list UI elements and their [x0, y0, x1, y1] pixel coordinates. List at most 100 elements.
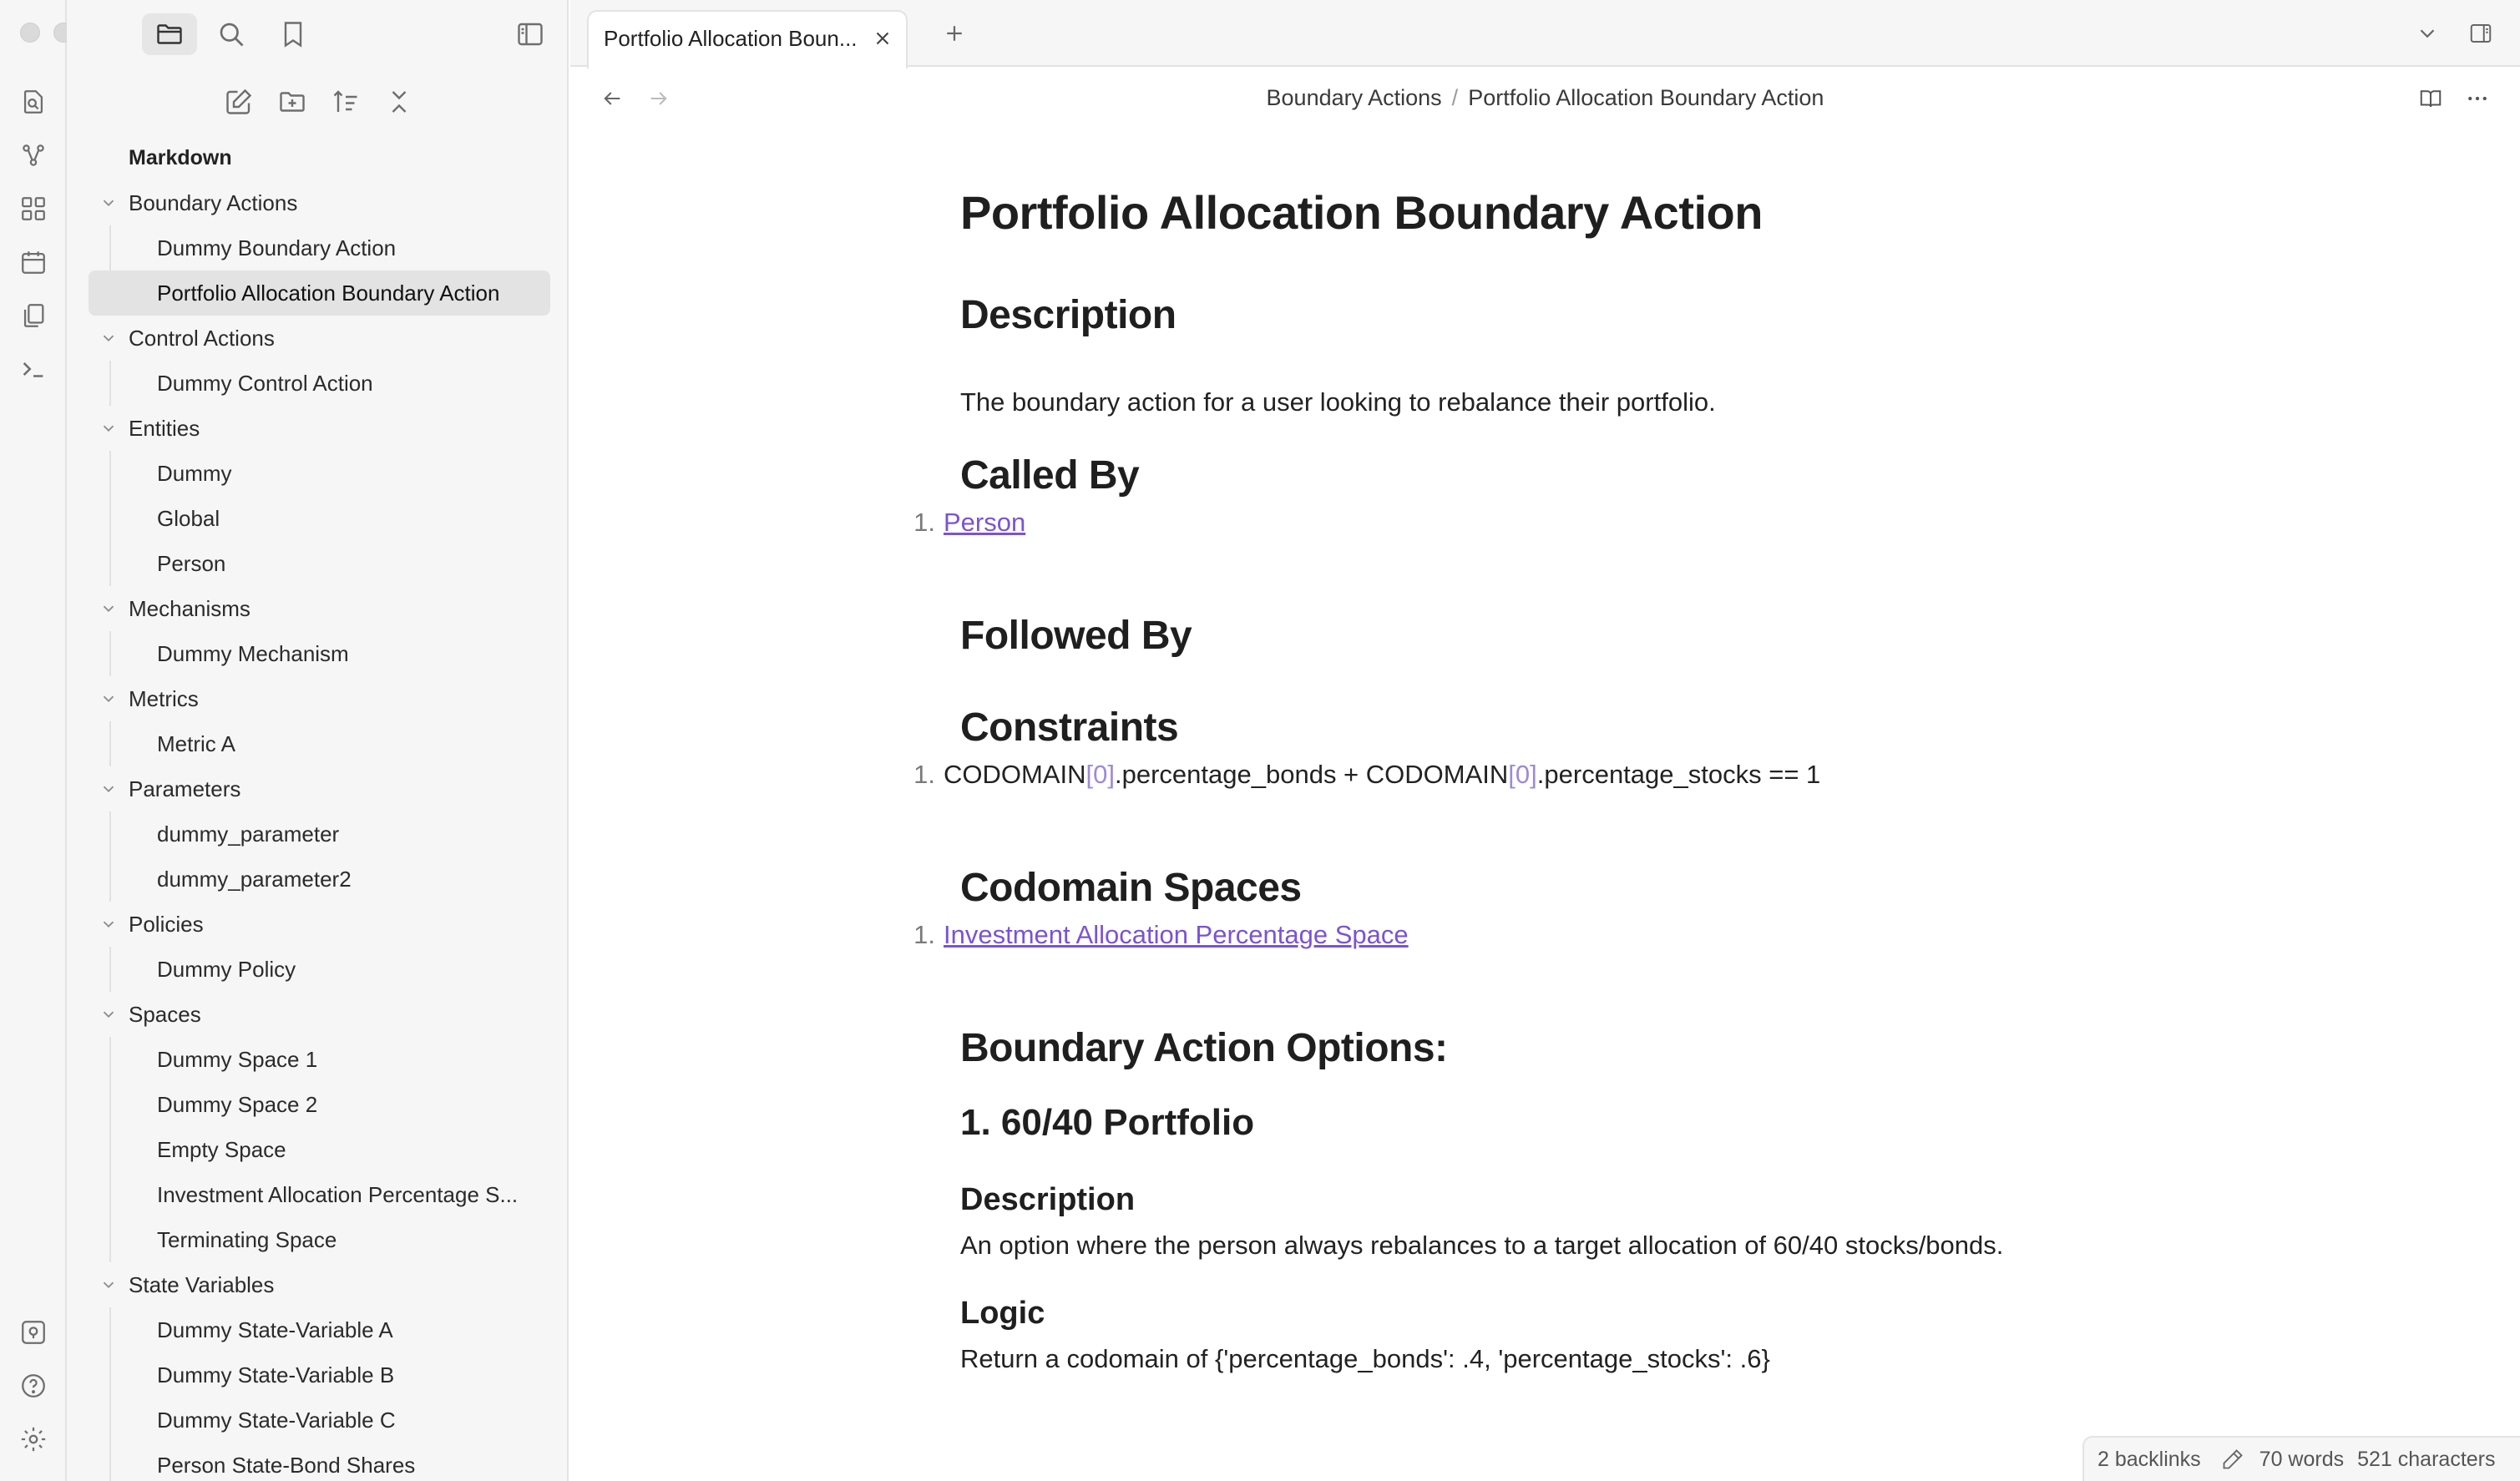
folder-label: Parameters: [129, 776, 241, 801]
tab-bar: Portfolio Allocation Boun...: [570, 0, 2520, 68]
new-tab-icon[interactable]: [938, 17, 971, 50]
folder-label: Metrics: [129, 686, 199, 711]
status-bar: 2 backlinks 70 words 521 characters: [2082, 1436, 2520, 1481]
folder-item[interactable]: Metrics: [67, 676, 567, 721]
open-vault-icon[interactable]: [15, 1314, 52, 1351]
new-note-icon[interactable]: [217, 80, 261, 124]
file-item[interactable]: Person: [89, 541, 550, 586]
file-item[interactable]: Dummy Mechanism: [89, 631, 550, 676]
file-explorer-sidebar: Markdown Boundary Actions Dummy Boundary …: [67, 0, 569, 1481]
folder-item[interactable]: Control Actions: [67, 316, 567, 361]
heading-boundary-action-options: Boundary Action Options:: [960, 1026, 1448, 1070]
file-item[interactable]: Metric A: [89, 721, 550, 766]
folder-children: Dummy Global Person: [67, 451, 567, 586]
link-person[interactable]: Person: [944, 508, 1025, 537]
chevron-down-icon[interactable]: [99, 766, 119, 811]
chevron-down-icon[interactable]: [99, 1262, 119, 1307]
folder-item[interactable]: Mechanisms: [67, 586, 567, 631]
heading-constraints: Constraints: [960, 705, 1179, 750]
graph-view-icon[interactable]: [15, 137, 52, 174]
file-item[interactable]: Dummy: [89, 451, 550, 496]
character-count: 521 characters: [2357, 1447, 2496, 1471]
file-item[interactable]: Dummy Space 2: [89, 1082, 550, 1127]
tab-portfolio-allocation[interactable]: Portfolio Allocation Boun...: [587, 10, 908, 68]
chevron-down-icon[interactable]: [99, 316, 119, 361]
folder-children: Dummy Space 1 Dummy Space 2 Empty Space Inv…: [67, 1037, 567, 1262]
chevron-down-icon[interactable]: [2411, 17, 2444, 50]
tab-title: Portfolio Allocation Boun...: [604, 26, 858, 51]
help-icon[interactable]: [15, 1367, 52, 1404]
folder-label: State Variables: [129, 1272, 275, 1297]
list-item: 1. Investment Allocation Percentage Space: [893, 920, 1409, 950]
file-item[interactable]: Dummy Policy: [89, 947, 550, 992]
folder-label: Control Actions: [129, 326, 275, 351]
close-icon[interactable]: [869, 25, 896, 52]
file-item[interactable]: Terminating Space: [89, 1217, 550, 1262]
file-item[interactable]: Empty Space: [89, 1127, 550, 1172]
quick-switcher-icon[interactable]: [15, 83, 52, 120]
chevron-down-icon[interactable]: [99, 902, 119, 947]
templates-icon[interactable]: [15, 297, 52, 334]
folder-item[interactable]: Parameters: [67, 766, 567, 811]
heading-called-by: Called By: [960, 453, 1140, 498]
file-item[interactable]: dummy_parameter2: [89, 857, 550, 902]
folder-children: Dummy Boundary Action Portfolio Allocatio…: [67, 225, 567, 316]
file-item[interactable]: Dummy State-Variable C: [89, 1398, 550, 1443]
link-investment-allocation-space[interactable]: Investment Allocation Percentage Space: [944, 920, 1409, 949]
files-icon[interactable]: [142, 13, 197, 55]
folder-item[interactable]: State Variables: [67, 1262, 567, 1307]
list-number: 1.: [913, 760, 935, 789]
daily-notes-icon[interactable]: [15, 244, 52, 281]
collapse-all-icon[interactable]: [377, 80, 421, 124]
folder-label: Entities: [129, 416, 200, 441]
vault-root[interactable]: Markdown: [67, 135, 567, 180]
backlinks-count[interactable]: 2 backlinks: [2097, 1448, 2201, 1472]
toggle-sidebar-icon[interactable]: [503, 13, 558, 55]
folder-item[interactable]: Entities: [67, 406, 567, 451]
reading-view-icon[interactable]: [2414, 82, 2447, 115]
file-item[interactable]: Global: [89, 496, 550, 541]
edit-mode-icon[interactable]: [2221, 1447, 2246, 1472]
file-item[interactable]: Dummy State-Variable B: [89, 1352, 550, 1398]
chevron-down-icon[interactable]: [99, 180, 119, 225]
heading-logic: Logic: [960, 1296, 1045, 1331]
file-item[interactable]: Dummy State-Variable A: [89, 1307, 550, 1352]
folder-item[interactable]: Boundary Actions: [67, 180, 567, 225]
file-item[interactable]: Person State-Bond Shares: [89, 1443, 550, 1481]
constraint-item: 1. CODOMAIN[0].percentage_bonds + CODOMAI…: [893, 760, 1820, 790]
folder-item[interactable]: Policies: [67, 902, 567, 947]
breadcrumb-folder[interactable]: Boundary Actions: [1267, 85, 1442, 110]
toggle-right-sidebar-icon[interactable]: [2464, 17, 2497, 50]
command-palette-icon[interactable]: [15, 351, 52, 387]
chevron-down-icon[interactable]: [99, 406, 119, 451]
file-item[interactable]: Investment Allocation Percentage S...: [89, 1172, 550, 1217]
folder-label: Spaces: [129, 1002, 201, 1027]
file-item[interactable]: Dummy Boundary Action: [89, 225, 550, 270]
folder-label: Policies: [129, 912, 204, 937]
breadcrumb: Boundary Actions / Portfolio Allocation Bo…: [570, 68, 2520, 127]
file-item[interactable]: Dummy Space 1: [89, 1037, 550, 1082]
bookmarks-icon[interactable]: [266, 13, 321, 55]
heading-option-description: Description: [960, 1182, 1136, 1217]
file-tree: Markdown Boundary Actions Dummy Boundary …: [67, 135, 567, 1481]
folder-item[interactable]: Spaces: [67, 992, 567, 1037]
chevron-down-icon[interactable]: [99, 676, 119, 721]
new-folder-icon[interactable]: [271, 80, 314, 124]
breadcrumb-separator: /: [1451, 85, 1459, 110]
canvas-icon[interactable]: [15, 190, 52, 227]
more-options-icon[interactable]: [2461, 82, 2494, 115]
file-item[interactable]: dummy_parameter: [89, 811, 550, 857]
search-icon[interactable]: [204, 13, 259, 55]
file-item[interactable]: Dummy Control Action: [89, 361, 550, 406]
chevron-down-icon[interactable]: [99, 992, 119, 1037]
settings-icon[interactable]: [15, 1421, 52, 1458]
sort-icon[interactable]: [324, 80, 367, 124]
breadcrumb-note[interactable]: Portfolio Allocation Boundary Action: [1468, 85, 1824, 110]
folder-children: Dummy Control Action: [67, 361, 567, 406]
chevron-down-icon[interactable]: [99, 586, 119, 631]
file-item[interactable]: Portfolio Allocation Boundary Action: [89, 270, 550, 316]
logic-text: Return a codomain of {'percentage_bonds'…: [960, 1344, 1770, 1373]
heading-description: Description: [960, 293, 1177, 337]
folder-children: Dummy Policy: [67, 947, 567, 992]
window-close-button[interactable]: [20, 23, 40, 43]
